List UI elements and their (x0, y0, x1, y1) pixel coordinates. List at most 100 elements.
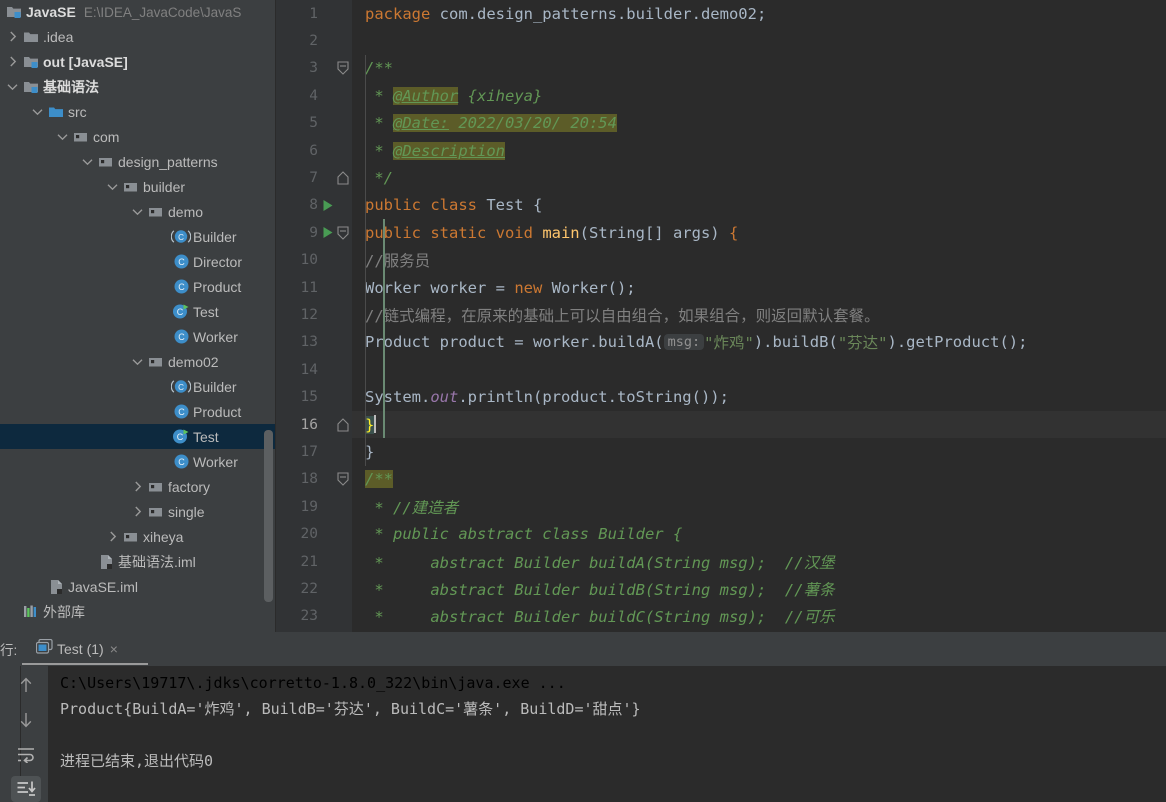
gutter-line-22[interactable]: 22 (276, 575, 352, 602)
code-line-5[interactable]: * @Date: 2022/03/20/ 20:54 (352, 110, 1166, 137)
sidebar-scrollbar[interactable] (264, 430, 273, 602)
gutter-line-18[interactable]: 18 (276, 466, 352, 493)
gutter-line-21[interactable]: 21 (276, 548, 352, 575)
editor-code-area[interactable]: package com.design_patterns.builder.demo… (352, 0, 1166, 632)
gutter-line-14[interactable]: 14 (276, 356, 352, 383)
tree-node-worker[interactable]: C Worker (0, 449, 276, 474)
gutter-line-11[interactable]: 11 (276, 274, 352, 301)
run-tool-window[interactable]: 行: Test (1) × C:\Users\19717\.jdks\corre… (0, 632, 1166, 802)
gutter-line-1[interactable]: 1 (276, 0, 352, 27)
tree-node--[interactable]: 外部库 (0, 599, 276, 624)
chevron-right-icon[interactable] (4, 53, 21, 70)
gutter-line-20[interactable]: 20 (276, 521, 352, 548)
chevron-right-icon[interactable] (129, 478, 146, 495)
tree-node-com[interactable]: com (0, 124, 276, 149)
run-tab-test[interactable]: Test (1) × (30, 634, 124, 664)
up-arrow-icon[interactable] (11, 672, 41, 698)
tree-node-builder[interactable]: C Builder (0, 224, 276, 249)
editor-gutter[interactable]: 1 2 3 4 5 6 7 8 9 10 11 12 13 14 15 16 17 18 19 20 21 22 23 (276, 0, 352, 632)
chevron-down-icon[interactable] (29, 103, 46, 120)
tree-node-test[interactable]: C Test (0, 299, 276, 324)
chevron-down-icon[interactable] (79, 153, 96, 170)
gutter-line-16[interactable]: 16 (276, 411, 352, 438)
fold-end-icon[interactable] (336, 411, 350, 438)
tree-node-test[interactable]: C Test (0, 424, 276, 449)
run-gutter-icon[interactable] (320, 199, 336, 212)
code-line-23[interactable]: * abstract Builder buildC(String msg); /… (352, 603, 1166, 630)
tree-node-product[interactable]: C Product (0, 399, 276, 424)
gutter-line-9[interactable]: 9 (276, 219, 352, 246)
code-line-17[interactable]: } (352, 438, 1166, 465)
tree-node-builder[interactable]: C Builder (0, 374, 276, 399)
gutter-line-15[interactable]: 15 (276, 384, 352, 411)
code-editor[interactable]: 1 2 3 4 5 6 7 8 9 10 11 12 13 14 15 16 17 18 19 20 21 22 23 pa… (276, 0, 1166, 632)
gutter-line-2[interactable]: 2 (276, 27, 352, 54)
code-line-3[interactable]: /** (352, 55, 1166, 82)
console-output[interactable]: C:\Users\19717\.jdks\corretto-1.8.0_322\… (48, 666, 1166, 802)
scroll-to-end-icon[interactable] (11, 776, 41, 802)
run-gutter-icon[interactable] (320, 226, 336, 239)
tree-node-design_patterns[interactable]: design_patterns (0, 149, 276, 174)
project-root-row[interactable]: JavaSE E:\IDEA_JavaCode\JavaS (0, 0, 276, 24)
gutter-line-5[interactable]: 5 (276, 110, 352, 137)
chevron-right-icon[interactable] (4, 28, 21, 45)
tree-node-builder[interactable]: builder (0, 174, 276, 199)
code-line-16[interactable]: } (352, 411, 1166, 439)
close-icon[interactable]: × (110, 641, 118, 657)
chevron-down-icon[interactable] (129, 203, 146, 220)
code-line-7[interactable]: */ (352, 164, 1166, 191)
tree-node-demo[interactable]: demo (0, 199, 276, 224)
chevron-down-icon[interactable] (104, 178, 121, 195)
gutter-line-23[interactable]: 23 (276, 603, 352, 630)
chevron-down-icon[interactable] (4, 78, 21, 95)
code-line-4[interactable]: * @Author {xiheya} (352, 82, 1166, 109)
gutter-line-17[interactable]: 17 (276, 438, 352, 465)
code-line-19[interactable]: * //建造者 (352, 493, 1166, 520)
code-line-11[interactable]: Worker worker = new Worker(); (352, 274, 1166, 301)
code-line-8[interactable]: public class Test { (352, 192, 1166, 219)
code-line-14[interactable] (352, 356, 1166, 383)
code-line-12[interactable]: //链式编程，在原来的基础上可以自由组合，如果组合，则返回默认套餐。 (352, 301, 1166, 328)
tree-node-javase-iml[interactable]: JavaSE.iml (0, 574, 276, 599)
tree-node-src[interactable]: src (0, 99, 276, 124)
gutter-line-10[interactable]: 10 (276, 247, 352, 274)
tree-node--[interactable]: 基础语法 (0, 74, 276, 99)
code-line-9[interactable]: public static void main (String[] args) { (352, 219, 1166, 246)
gutter-line-3[interactable]: 3 (276, 55, 352, 82)
tree-node-factory[interactable]: factory (0, 474, 276, 499)
tree-node-single[interactable]: single (0, 499, 276, 524)
gutter-line-12[interactable]: 12 (276, 301, 352, 328)
fold-start-icon[interactable] (336, 219, 350, 246)
fold-start-icon[interactable] (336, 466, 350, 493)
chevron-right-icon[interactable] (129, 503, 146, 520)
code-line-1[interactable]: package com.design_patterns.builder.demo… (352, 0, 1166, 27)
tree-node-worker[interactable]: C Worker (0, 324, 276, 349)
tree-node--idea[interactable]: .idea (0, 24, 276, 49)
fold-start-icon[interactable] (336, 55, 350, 82)
project-tool-window[interactable]: JavaSE E:\IDEA_JavaCode\JavaS .idea out [Ja… (0, 0, 276, 632)
tree-node-product[interactable]: C Product (0, 274, 276, 299)
tree-node-director[interactable]: C Director (0, 249, 276, 274)
gutter-line-6[interactable]: 6 (276, 137, 352, 164)
tree-node-out-javase-[interactable]: out [JavaSE] (0, 49, 276, 74)
code-line-15[interactable]: System. out .println(product.toString()); (352, 384, 1166, 411)
code-line-6[interactable]: * @Description (352, 137, 1166, 164)
gutter-line-7[interactable]: 7 (276, 164, 352, 191)
down-arrow-icon[interactable] (11, 707, 41, 733)
code-line-2[interactable] (352, 27, 1166, 54)
code-line-21[interactable]: * abstract Builder buildA(String msg); /… (352, 548, 1166, 575)
tree-node-demo02[interactable]: demo02 (0, 349, 276, 374)
tree-node-xiheya[interactable]: xiheya (0, 524, 276, 549)
gutter-line-19[interactable]: 19 (276, 493, 352, 520)
chevron-down-icon[interactable] (129, 353, 146, 370)
code-line-18[interactable]: /** (352, 466, 1166, 493)
project-tree[interactable]: JavaSE E:\IDEA_JavaCode\JavaS .idea out [Ja… (0, 0, 276, 624)
soft-wrap-icon[interactable] (11, 742, 41, 768)
gutter-line-8[interactable]: 8 (276, 192, 352, 219)
gutter-line-13[interactable]: 13 (276, 329, 352, 356)
code-line-22[interactable]: * abstract Builder buildB(String msg); /… (352, 575, 1166, 602)
code-line-20[interactable]: * public abstract class Builder { (352, 521, 1166, 548)
code-line-10[interactable]: //服务员 (352, 247, 1166, 274)
chevron-right-icon[interactable] (104, 528, 121, 545)
chevron-down-icon[interactable] (54, 128, 71, 145)
